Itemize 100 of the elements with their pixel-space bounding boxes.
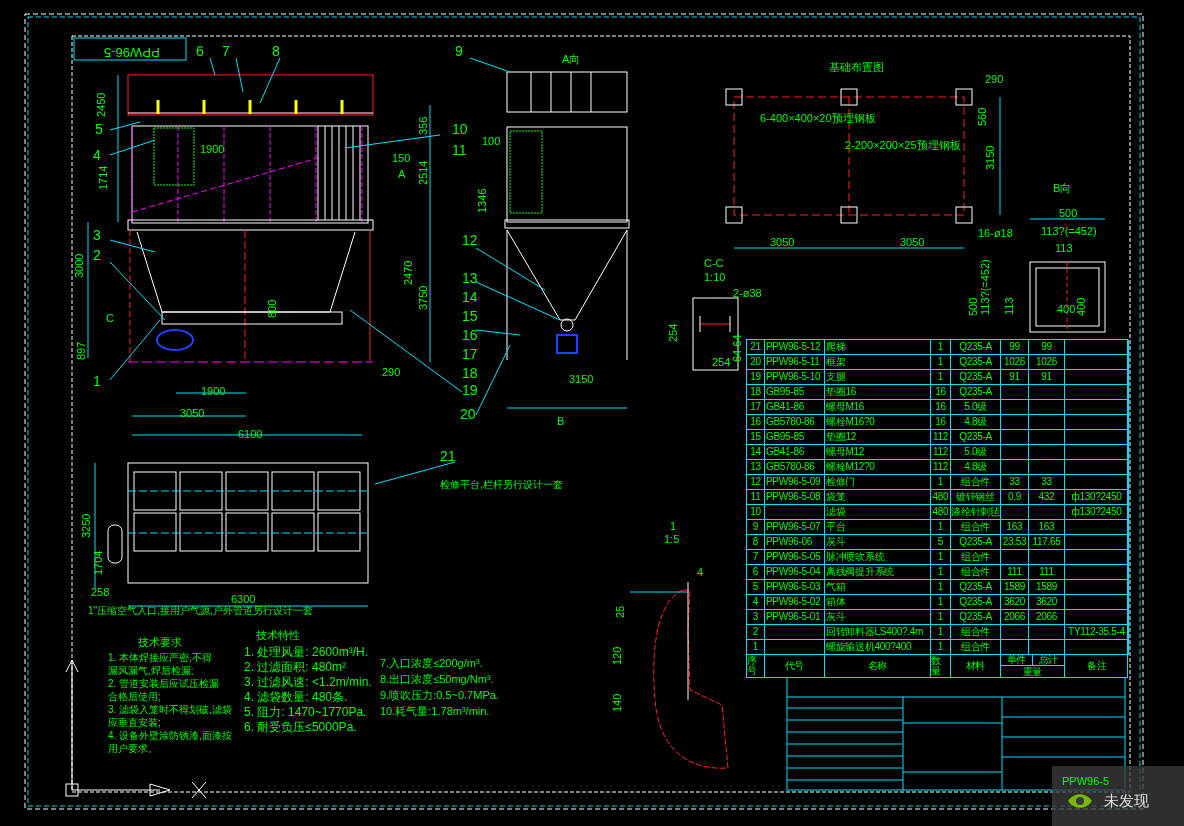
table-cell: 气箱 — [825, 580, 931, 595]
table-cell — [765, 640, 825, 655]
table-cell: 1 — [931, 595, 951, 610]
table-cell: GB5780-86 — [765, 415, 825, 430]
dimension-label: 1:10 — [704, 272, 726, 283]
requirements-title: 技术要求 — [137, 635, 183, 650]
part-number-label: 14 — [462, 290, 478, 304]
dimension-label: 150 — [392, 153, 411, 164]
column-header: 备注 — [1086, 659, 1108, 673]
spec-text: 9.喷吹压力:0.5~0.7MPa. — [380, 689, 499, 701]
column-header: 单件 — [1001, 655, 1033, 666]
part-number-label: 20 — [460, 407, 476, 421]
requirements-text: 2. 管道安装后应试压检漏 — [108, 677, 221, 690]
dimension-label: 113?(=452) — [980, 259, 991, 315]
column-header: 总计 — [1032, 655, 1064, 666]
table-cell: 8 — [747, 535, 765, 550]
column-header: 材料 — [951, 655, 1001, 677]
part-number-label: 11 — [452, 143, 467, 157]
leader-line — [209, 57, 216, 76]
table-cell: 1 — [931, 625, 951, 640]
part-number-label: 21 — [440, 449, 456, 463]
table-cell: 滤袋 — [825, 505, 931, 520]
leader-line — [235, 57, 244, 93]
table-cell: PPW96-5-12 — [765, 340, 825, 355]
table-cell: 163 — [1029, 520, 1065, 535]
leader-line — [475, 329, 521, 336]
dimension-label: 290 — [985, 74, 1004, 85]
table-cell: 5 — [747, 580, 765, 595]
dimension-label: 3000 — [74, 253, 85, 278]
table-cell: PPW96-5-01 — [765, 610, 825, 625]
table-cell: Q235-A — [951, 340, 1001, 355]
leader-line — [469, 57, 511, 73]
dimension-label: 3750 — [418, 285, 429, 310]
table-cell: 灰斗 — [825, 535, 931, 550]
table-cell — [765, 505, 825, 520]
table-cell: 16 — [931, 385, 951, 400]
table-cell — [1001, 415, 1029, 430]
part-number-label: 6 — [196, 44, 204, 58]
dimension-label: 113?(=452) — [1041, 226, 1097, 237]
part-number-label: 18 — [462, 366, 478, 380]
dimension-label: 113 — [1004, 297, 1015, 315]
table-cell: 99 — [1029, 340, 1065, 355]
dimension-label: 400 — [1057, 304, 1076, 315]
table-cell — [1029, 445, 1065, 460]
table-cell: 10 — [747, 505, 765, 520]
table-cell: 0.9 — [1001, 490, 1029, 505]
table-cell: 112 — [931, 460, 951, 475]
requirements-text: 应垂直安装; — [108, 716, 162, 729]
table-cell — [1029, 505, 1065, 520]
cross-mark-icon — [191, 781, 207, 799]
table-cell — [1001, 385, 1029, 400]
table-cell: 袋笼 — [825, 490, 931, 505]
dimension-label: A向 — [562, 54, 581, 65]
dimension-label: 800 — [267, 299, 278, 318]
table-cell: 14 — [747, 445, 765, 460]
table-cell: 18 — [747, 385, 765, 400]
dimension-label: 400 — [1076, 297, 1087, 316]
table-cell: 4 — [747, 595, 765, 610]
table-cell: 组合件 — [951, 625, 1001, 640]
table-cell: 螺旋输送机400?400 — [825, 640, 931, 655]
spec-text: 5. 阻力: 1470~1770Pa. — [244, 705, 368, 719]
table-cell: 组合件 — [951, 550, 1001, 565]
table-cell: 21 — [747, 340, 765, 355]
table-cell: PPW96-5-11 — [765, 355, 825, 370]
table-cell: PPW96-5-08 — [765, 490, 825, 505]
table-cell: 组合件 — [951, 565, 1001, 580]
table-cell: GB5780-86 — [765, 460, 825, 475]
table-cell: 3620 — [1001, 595, 1029, 610]
dimension-label: 560 — [977, 107, 988, 126]
dimension-label: 16-ø18 — [978, 228, 1013, 239]
table-cell: 2 — [747, 625, 765, 640]
table-cell: 1 — [931, 355, 951, 370]
table-cell: 1589 — [1001, 580, 1029, 595]
drawing-number: PPW96-5 — [1062, 776, 1110, 787]
dimension-label: 290 — [382, 367, 401, 378]
dimension-label: 1714 — [98, 165, 109, 190]
table-cell: 112 — [931, 430, 951, 445]
table-cell: 11 — [747, 490, 765, 505]
table-cell: 91 — [1001, 370, 1029, 385]
table-cell: 组合件 — [951, 640, 1001, 655]
table-cell: 99 — [1001, 340, 1029, 355]
dimension-label: 6100 — [238, 429, 263, 440]
part-number-label: 1 — [93, 374, 101, 388]
table-cell — [1001, 460, 1029, 475]
dimension-label: 2-ø38 — [733, 288, 762, 299]
dimension-label: 100 — [482, 136, 501, 147]
table-cell — [1001, 550, 1029, 565]
table-cell — [1001, 625, 1029, 640]
requirements-text: 漏风漏气,焊后检漏; — [108, 664, 195, 677]
requirements-text: 3. 滤袋入笼时不得划破,滤袋 — [108, 703, 232, 716]
table-cell: 2066 — [1001, 610, 1029, 625]
table-cell: 1589 — [1029, 580, 1065, 595]
part-number-label: 3 — [93, 228, 101, 242]
table-cell: Q235-A — [951, 430, 1001, 445]
dimension-label: 3050 — [770, 237, 795, 248]
dimension-label: 3250 — [81, 513, 92, 538]
column-header: 数量 — [931, 655, 951, 677]
dimension-label: 897 — [76, 341, 87, 360]
table-cell: ф130?2450 — [1065, 490, 1129, 505]
table-cell: PPW96-5-02 — [765, 595, 825, 610]
